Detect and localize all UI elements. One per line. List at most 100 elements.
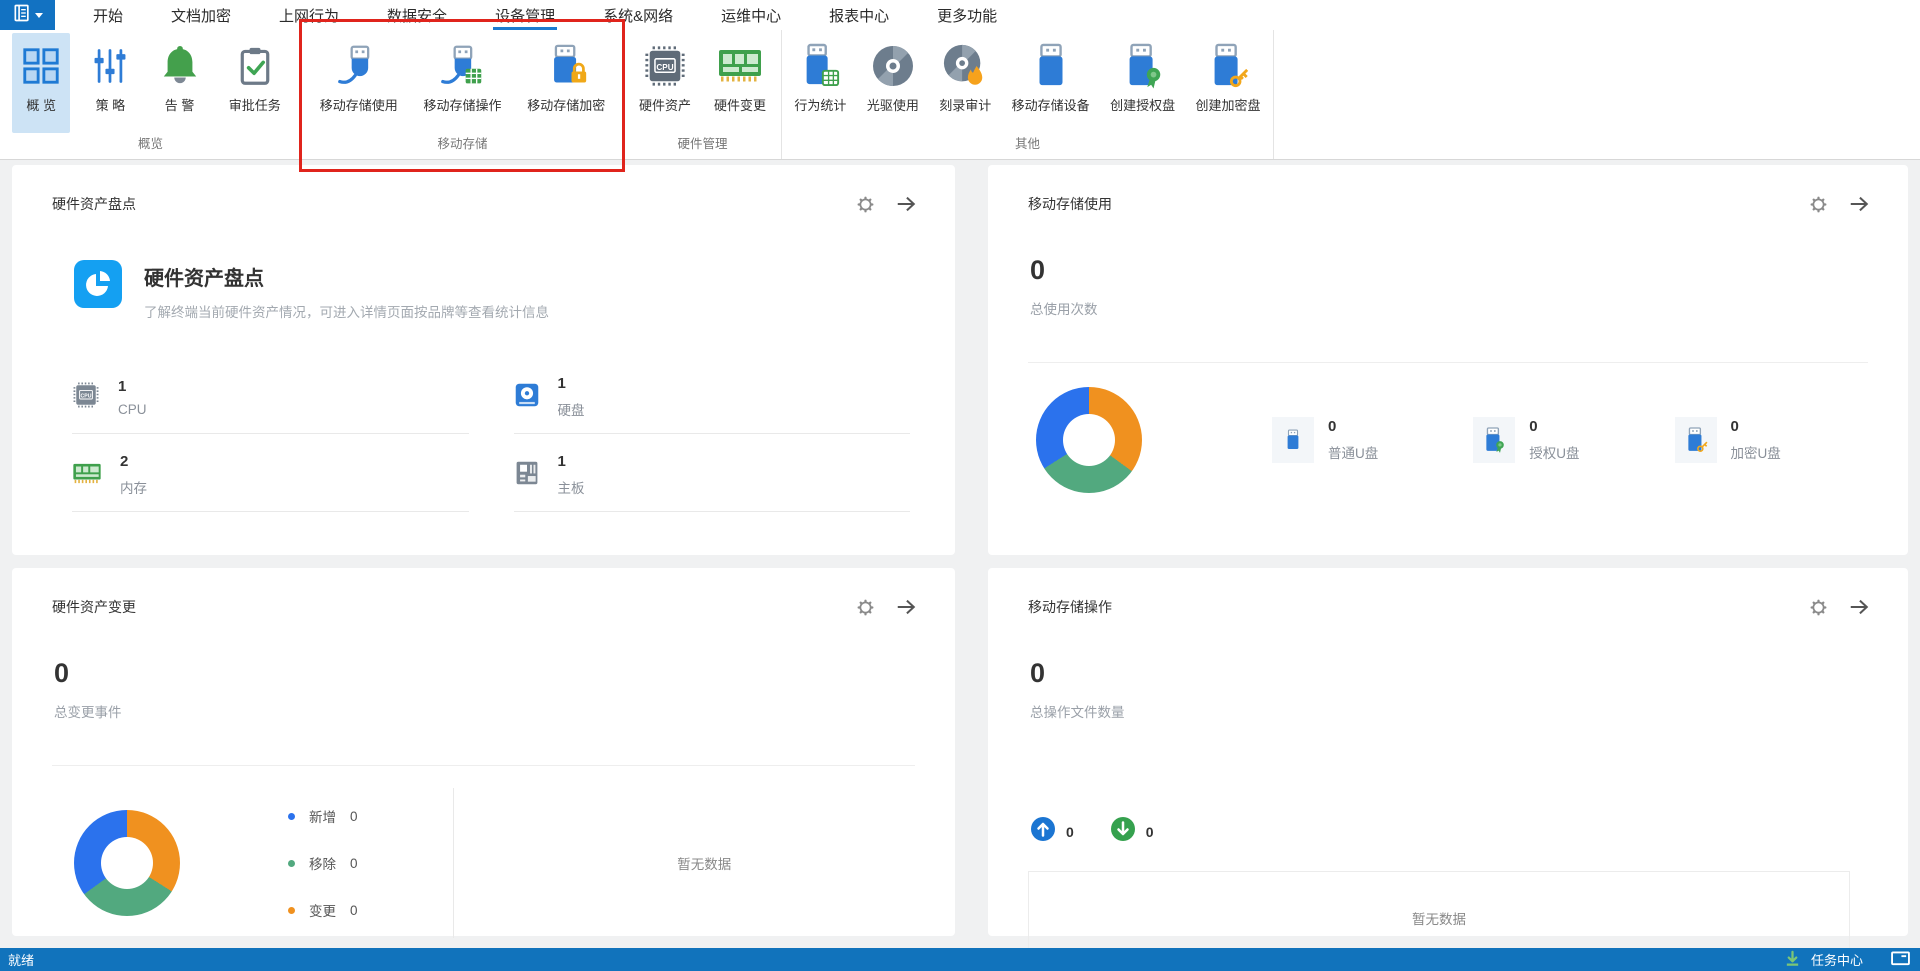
ribbon-button-create-authorized-disk[interactable]: 创建授权盘 [1102,33,1183,133]
gear-icon[interactable] [1809,598,1828,617]
dashboard: 硬件资产盘点 硬件资产盘点 了解终端当前硬件资产情况，可进入详情页面按品牌等查看… [0,160,1920,948]
tab-device-management[interactable]: 设备管理 [471,0,579,30]
tab-start[interactable]: 开始 [69,0,147,30]
tab-doc-encryption[interactable]: 文档加密 [147,0,255,30]
ribbon-button-label: 光驱使用 [867,95,919,114]
ribbon-button-label: 硬件资产 [639,95,691,114]
card-title: 移动存储使用 [1028,194,1112,214]
total-operations-label: 总操作文件数量 [1030,701,1908,721]
donut-legend: 新增 0 移除 0 变更 0 [288,806,358,920]
stat-value: 2 [120,453,147,470]
usb-plug-icon [337,42,381,90]
legend-dot-orange [288,907,295,914]
ribbon-button-label: 告 警 [165,95,195,114]
tab-web-behavior[interactable]: 上网行为 [255,0,363,30]
gear-icon[interactable] [856,598,875,617]
total-change-value: 0 [54,658,955,689]
svg-text:CPU: CPU [656,63,673,72]
card-title: 硬件资产变更 [52,597,136,617]
chevron-down-icon [35,13,43,18]
ribbon-button-label: 移动存储加密 [527,95,605,114]
task-center-label[interactable]: 任务中心 [1811,950,1863,969]
ribbon-button-hardware-change[interactable]: 硬件变更 [706,33,774,133]
tab-system-network[interactable]: 系统&网络 [579,0,697,30]
tab-ops-center[interactable]: 运维中心 [697,0,805,30]
stat-cpu: CPU 1 CPU [72,371,469,434]
download-circle-icon [1110,816,1136,847]
divider [52,765,915,766]
ribbon-toolbar: 概 览 策 略 告 警 审批任务 概览 [0,30,1920,160]
stat-disk: 1 硬盘 [514,371,911,434]
ribbon-button-overview[interactable]: 概 览 [12,33,70,133]
arrow-right-icon[interactable] [895,596,917,618]
stat-normal-usb: 0 普通U盘 [1272,417,1378,463]
task-panel-icon[interactable] [1891,951,1910,969]
usb-table-icon [799,42,841,90]
usb-stick-icon [1031,42,1071,90]
legend-value: 0 [350,809,358,824]
tab-report-center[interactable]: 报表中心 [805,0,913,30]
app-menu-button[interactable] [0,0,55,30]
hardware-stats-grid: CPU 1 CPU 1 硬盘 [72,371,910,512]
ribbon-button-label: 移动存储使用 [320,95,398,114]
stat-label: 主板 [558,477,585,497]
ribbon-button-create-encrypted-disk[interactable]: 创建加密盘 [1188,33,1269,133]
download-tasks-icon[interactable] [1784,950,1801,970]
hardware-change-donut-chart [74,810,180,916]
total-usage-label: 总使用次数 [1030,298,1908,318]
ribbon-button-approval-tasks[interactable]: 审批任务 [221,33,289,133]
ribbon-button-label: 概 览 [26,95,56,114]
motherboard-icon [514,460,540,491]
ribbon-button-storage-usage[interactable]: 移动存储使用 [312,33,406,133]
download-count: 0 [1146,824,1154,840]
divider [1028,362,1868,363]
ribbon-button-policy[interactable]: 策 略 [82,33,138,133]
ribbon-group-label: 硬件管理 [624,133,781,159]
gear-icon[interactable] [1809,195,1828,214]
sliders-icon [90,42,130,90]
app-logo-icon [12,3,32,28]
ribbon-button-cdrom-usage[interactable]: 光驱使用 [859,33,927,133]
legend-label: 移除 [309,853,336,873]
storage-usage-donut-chart [1036,387,1142,493]
cd-flame-icon [942,42,988,90]
ribbon-button-burn-audit[interactable]: 刻录审计 [931,33,999,133]
legend-value: 0 [350,903,358,918]
ribbon-button-hardware-asset[interactable]: CPU 硬件资产 [631,33,699,133]
ribbon-group-other: 行为统计 光驱使用 刻录审计 移动存储设备 [782,30,1274,159]
memory-card-icon [717,42,763,90]
usb-key-icon [1675,417,1717,463]
stat-authorized-usb: 0 授权U盘 [1473,417,1579,463]
ribbon-button-alert[interactable]: 告 警 [151,33,209,133]
gear-icon[interactable] [856,195,875,214]
ribbon-button-label: 审批任务 [229,95,281,114]
ribbon-button-storage-devices[interactable]: 移动存储设备 [1004,33,1098,133]
arrow-right-icon[interactable] [895,193,917,215]
legend-dot-blue [288,813,295,820]
upload-circle-icon [1030,816,1056,847]
stat-label: 硬盘 [558,399,585,419]
stat-memory: 2 内存 [72,449,469,512]
usb-badge-icon [1473,417,1515,463]
svg-text:CPU: CPU [81,393,92,399]
clipboard-check-icon [235,42,275,90]
ribbon-button-label: 创建加密盘 [1196,95,1261,114]
card-hardware-change: 硬件资产变更 0 总变更事件 新增 0 [12,568,955,936]
stat-label: 授权U盘 [1529,442,1579,462]
tab-data-security[interactable]: 数据安全 [363,0,471,30]
usb-badge-icon [1121,42,1165,90]
arrow-right-icon[interactable] [1848,596,1870,618]
cpu-small-icon: CPU [72,381,100,414]
arrow-right-icon[interactable] [1848,193,1870,215]
empty-state-text: 暂无数据 [1412,908,1466,928]
ribbon-button-behavior-stats[interactable]: 行为统计 [786,33,854,133]
usb-key-icon [1206,42,1250,90]
ribbon-button-storage-operation[interactable]: 移动存储操作 [415,33,509,133]
hard-disk-icon [514,382,540,413]
memory-small-icon [72,460,102,491]
legend-label: 新增 [309,806,336,826]
card-storage-usage: 移动存储使用 0 总使用次数 0 [988,165,1908,555]
ribbon-button-storage-encryption[interactable]: 移动存储加密 [519,33,613,133]
tab-more-features[interactable]: 更多功能 [913,0,1021,30]
empty-state-text: 暂无数据 [454,853,955,873]
